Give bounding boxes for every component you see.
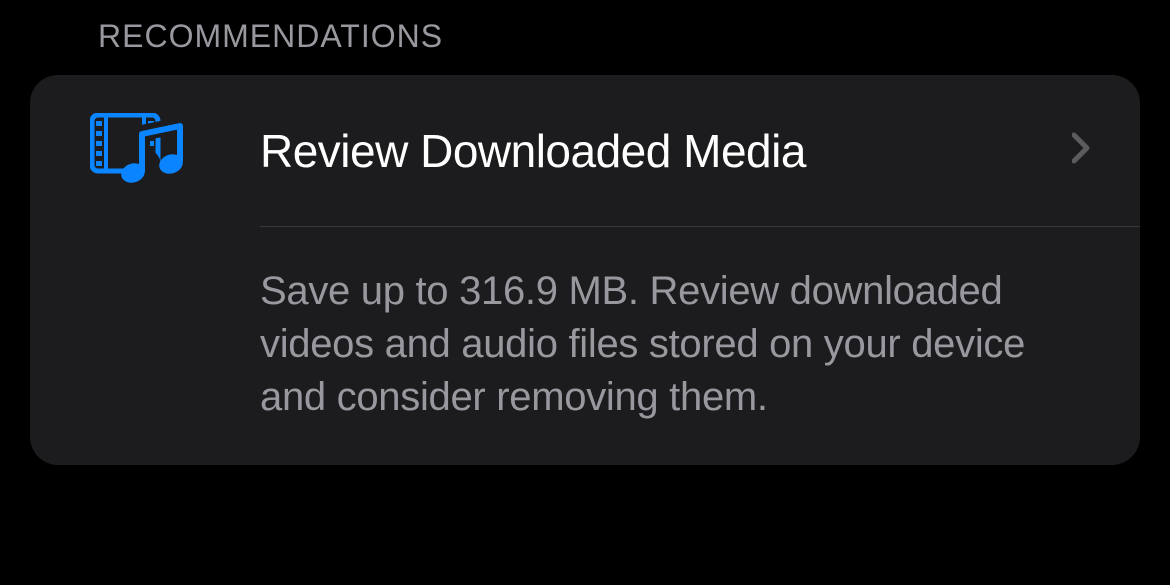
recommendation-description: Save up to 316.9 MB. Review downloaded v… — [260, 265, 1030, 423]
recommendation-card: Review Downloaded Media Save up to 316.9… — [30, 75, 1140, 465]
recommendation-body: Save up to 316.9 MB. Review downloaded v… — [30, 227, 1140, 465]
media-video-music-icon — [90, 113, 190, 188]
recommendations-section: RECOMMENDATIONS — [0, 0, 1170, 465]
recommendation-row[interactable]: Review Downloaded Media — [30, 75, 1140, 226]
recommendation-title: Review Downloaded Media — [260, 124, 1052, 178]
chevron-right-icon — [1072, 132, 1090, 169]
section-header: RECOMMENDATIONS — [30, 0, 1140, 75]
media-icon-wrapper — [90, 113, 190, 188]
